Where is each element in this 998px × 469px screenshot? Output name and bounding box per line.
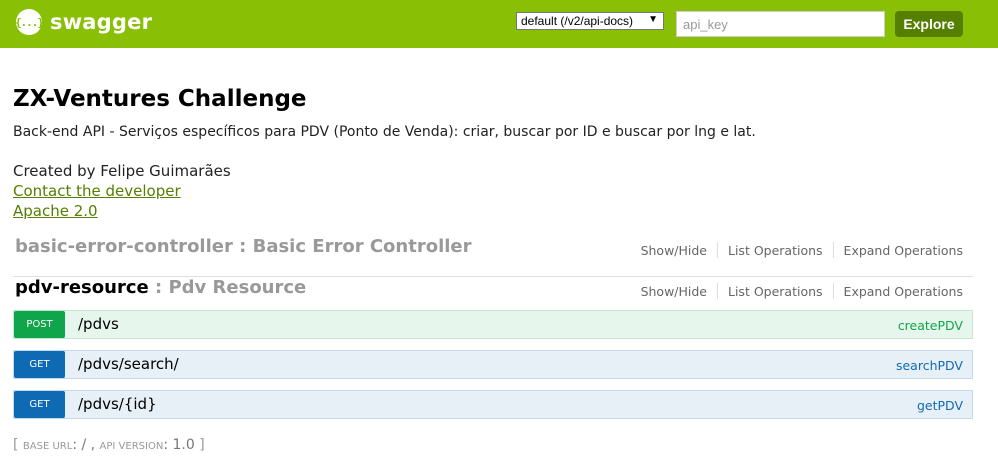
contact-link[interactable]: Contact the developer xyxy=(13,182,973,200)
swagger-logo[interactable]: {...} swagger xyxy=(15,9,153,35)
resource-description: Pdv Resource xyxy=(168,277,307,298)
resource-name: pdv-resource xyxy=(15,277,149,298)
show-hide-link[interactable]: Show/Hide xyxy=(631,243,717,258)
resource-separator: : xyxy=(232,236,253,257)
method-badge[interactable]: POST xyxy=(14,311,65,338)
resource-heading[interactable]: pdv-resource : Pdv Resource xyxy=(15,277,306,298)
resource-heading[interactable]: basic-error-controller : Basic Error Con… xyxy=(15,236,472,257)
base-url-value: : / , xyxy=(72,437,100,453)
page-title: ZX-Ventures Challenge xyxy=(13,86,307,112)
api-footer: [ base url: / , api version: 1.0 ] xyxy=(13,437,205,453)
created-by: Created by Felipe Guimarães xyxy=(13,162,231,180)
footer-bracket-close: ] xyxy=(194,437,205,453)
operation-name[interactable]: getPDV xyxy=(917,398,963,413)
endpoint-search-pdv[interactable]: GET /pdvs/search/ searchPDV xyxy=(13,350,973,379)
operation-name[interactable]: createPDV xyxy=(898,318,963,333)
api-version-label: api version xyxy=(99,441,164,452)
resource-separator: : xyxy=(148,277,169,298)
endpoint-create-pdv[interactable]: POST /pdvs createPDV xyxy=(13,310,973,339)
endpoint-path[interactable]: /pdvs/{id} xyxy=(78,395,157,413)
method-badge[interactable]: GET xyxy=(14,391,65,418)
explore-button[interactable]: Explore xyxy=(895,11,963,37)
api-description: Back-end API - Serviços específicos para… xyxy=(13,124,756,140)
resource-ops: Show/Hide List Operations Expand Operati… xyxy=(631,283,963,299)
swagger-icon: {...} xyxy=(15,9,44,35)
api-version-value: : 1.0 xyxy=(163,437,195,453)
resource-basic-error-controller: basic-error-controller : Basic Error Con… xyxy=(13,236,973,277)
list-operations-link[interactable]: List Operations xyxy=(718,243,833,258)
operation-name[interactable]: searchPDV xyxy=(896,358,963,373)
expand-operations-link[interactable]: Expand Operations xyxy=(834,284,963,299)
spec-select-value: default (/v2/api-docs) xyxy=(521,14,634,28)
endpoint-get-pdv[interactable]: GET /pdvs/{id} getPDV xyxy=(13,390,973,419)
expand-operations-link[interactable]: Expand Operations xyxy=(834,243,963,258)
footer-bracket-open: [ xyxy=(13,437,23,453)
show-hide-link[interactable]: Show/Hide xyxy=(631,284,717,299)
logo-text: swagger xyxy=(50,10,153,34)
license-link[interactable]: Apache 2.0 xyxy=(13,202,973,220)
header-bar: {...} swagger default (/v2/api-docs) ▼ E… xyxy=(0,0,998,48)
list-operations-link[interactable]: List Operations xyxy=(718,284,833,299)
base-url-label: base url xyxy=(22,441,73,452)
method-badge[interactable]: GET xyxy=(14,351,65,378)
endpoint-path[interactable]: /pdvs xyxy=(78,315,119,333)
resource-description: Basic Error Controller xyxy=(252,236,472,257)
dropdown-arrow-icon: ▼ xyxy=(648,14,658,25)
endpoint-path[interactable]: /pdvs/search/ xyxy=(78,355,179,373)
spec-select[interactable]: default (/v2/api-docs) ▼ xyxy=(516,12,664,30)
resource-name: basic-error-controller xyxy=(15,236,233,257)
resource-ops: Show/Hide List Operations Expand Operati… xyxy=(631,242,963,258)
api-key-input[interactable] xyxy=(676,11,885,37)
api-info: ZX-Ventures Challenge Back-end API - Ser… xyxy=(13,86,973,220)
